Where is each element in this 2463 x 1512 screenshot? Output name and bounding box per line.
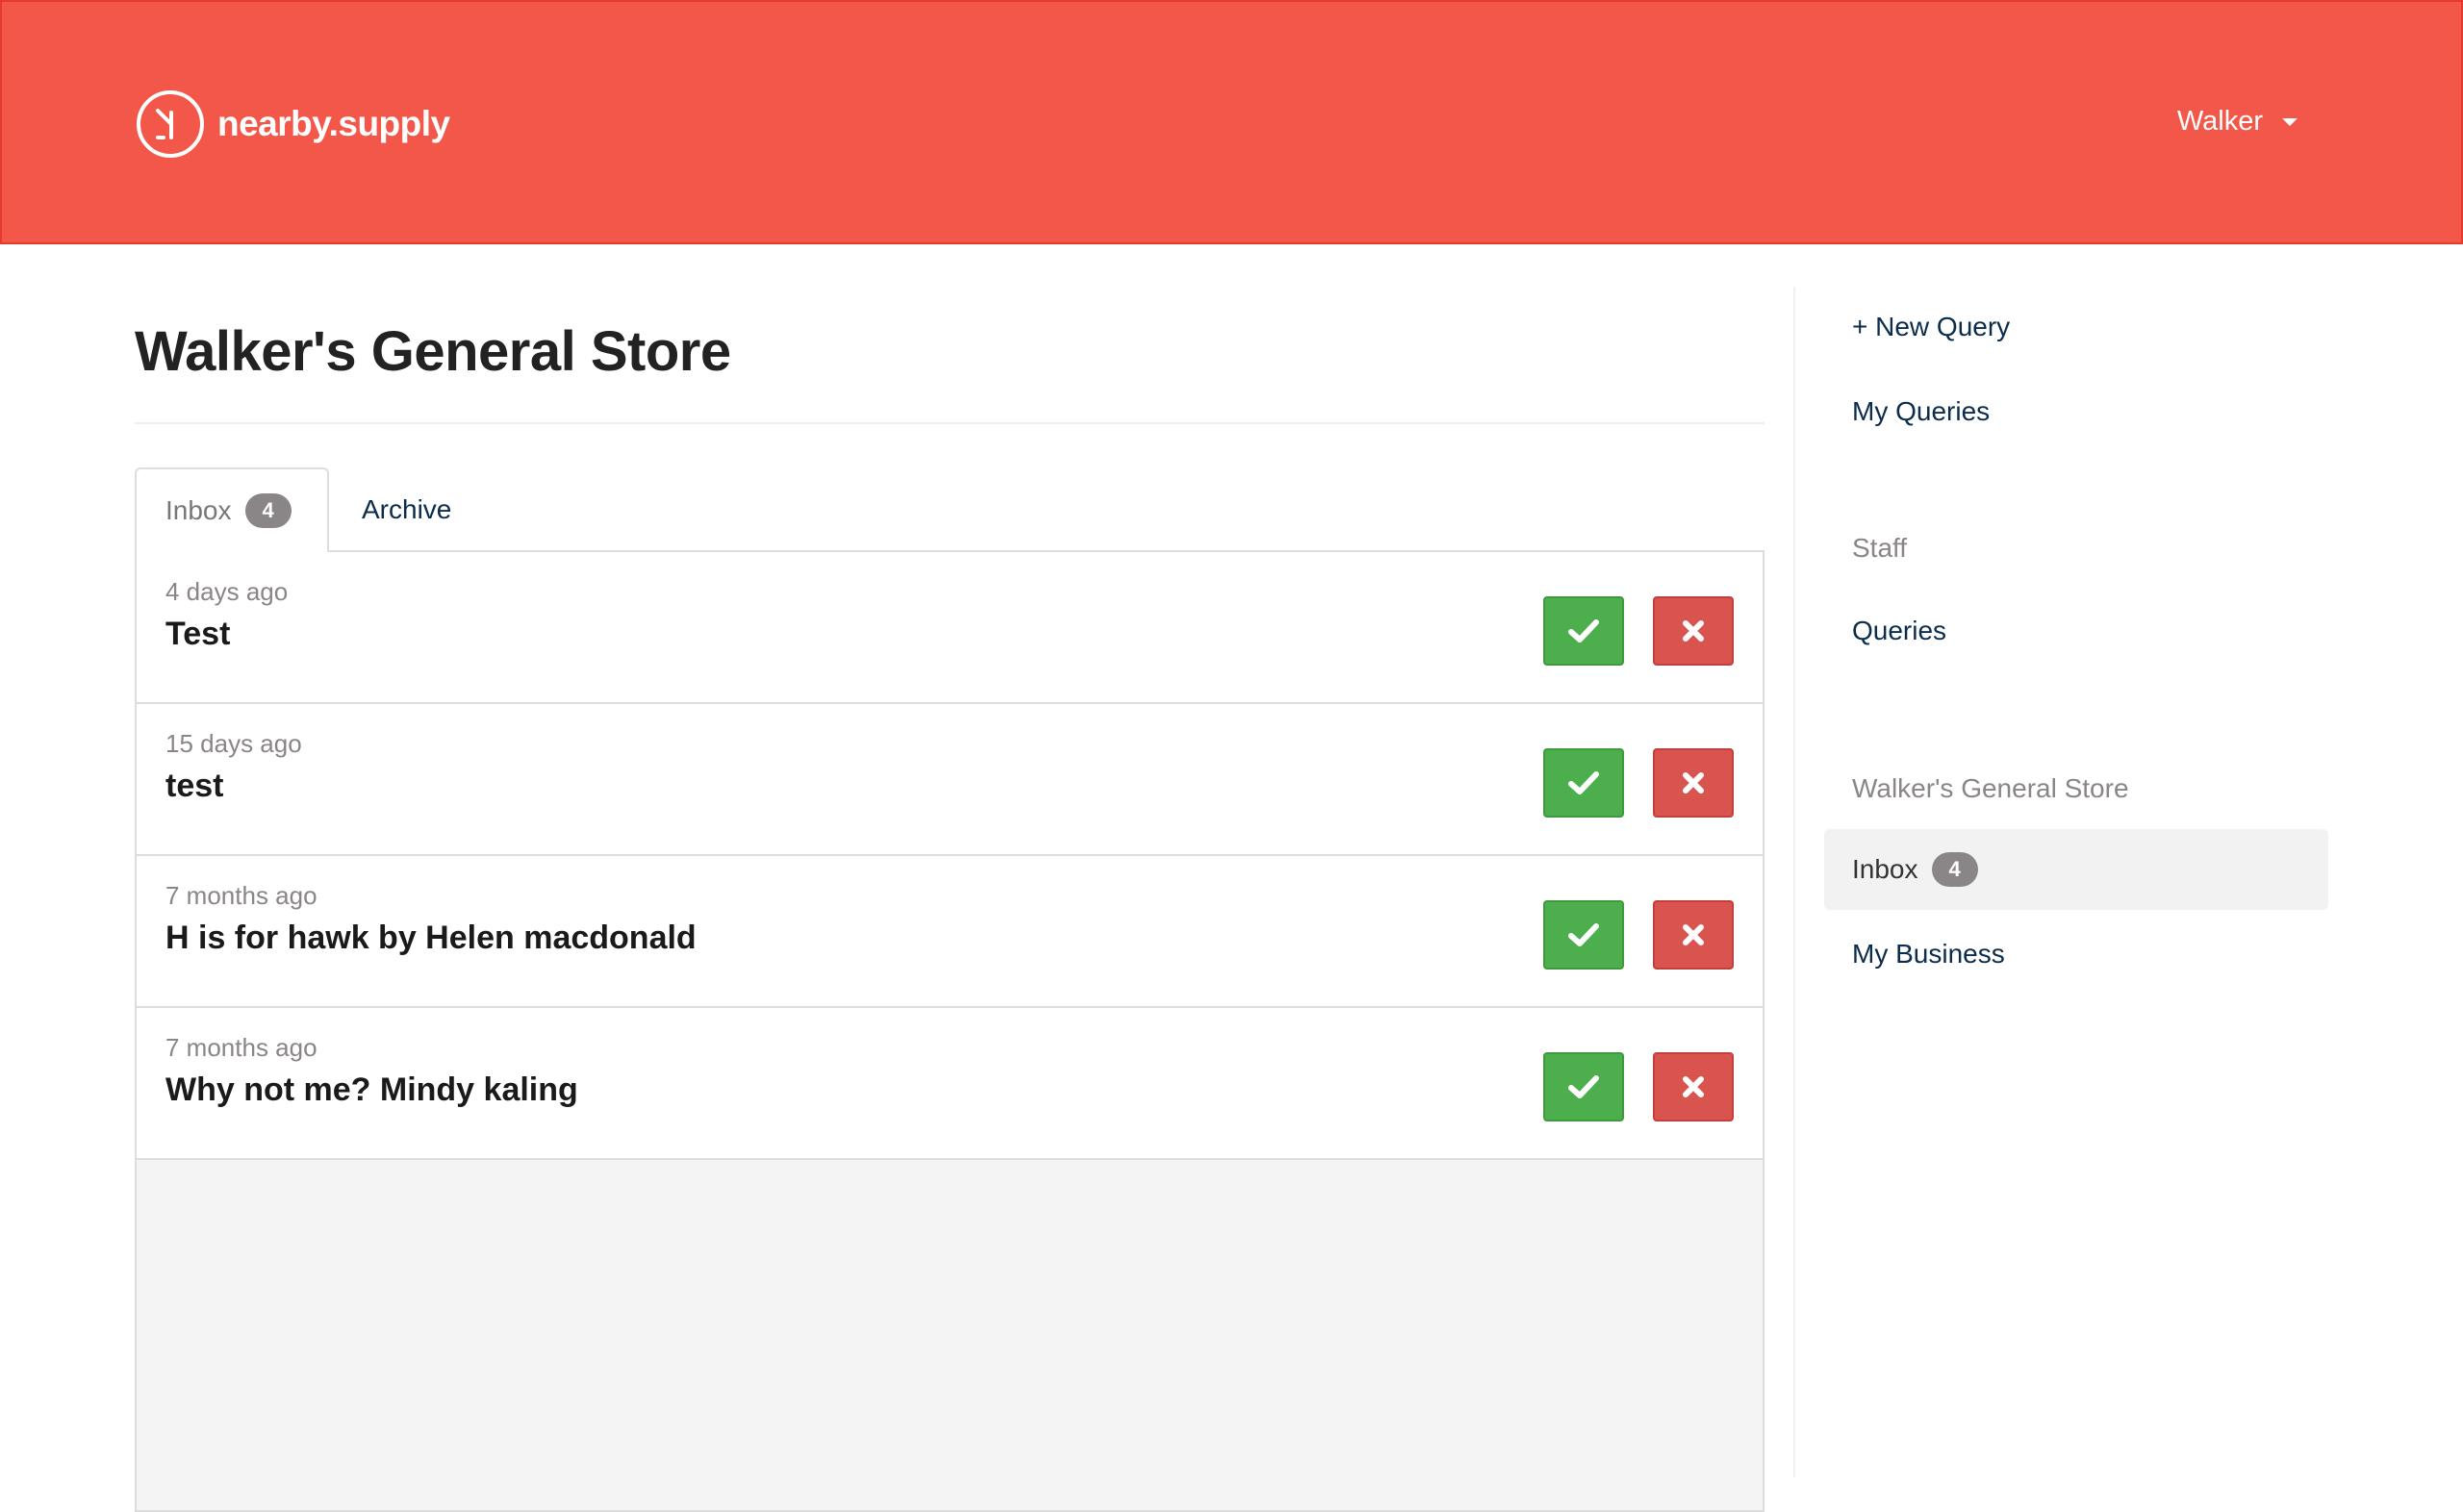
tab-inbox-label: Inbox: [165, 495, 232, 525]
brand-logo[interactable]: nearby.supply: [137, 90, 450, 158]
caret-down-icon: [2282, 117, 2298, 126]
tab-archive-label: Archive: [362, 494, 452, 524]
sidebar-heading-staff: Staff: [1852, 533, 1908, 563]
query-time: 7 months ago: [165, 881, 317, 910]
query-title[interactable]: Test: [165, 616, 230, 653]
inbox-count-badge: 4: [244, 493, 292, 528]
reject-button[interactable]: [1653, 748, 1734, 818]
query-title[interactable]: Why not me? Mindy kaling: [165, 1071, 578, 1109]
query-row[interactable]: 7 months ago H is for hawk by Helen macd…: [137, 856, 1763, 1008]
sidebar-inbox-badge: 4: [1931, 852, 1978, 887]
user-name: Walker: [2176, 106, 2263, 137]
close-icon: [1683, 620, 1704, 642]
reject-button[interactable]: [1653, 900, 1734, 970]
title-divider: [135, 422, 1765, 424]
sidebar-item-inbox[interactable]: Inbox 4: [1824, 829, 2328, 910]
query-title[interactable]: test: [165, 768, 223, 805]
brand-name: nearby.supply: [217, 104, 450, 143]
query-title[interactable]: H is for hawk by Helen macdonald: [165, 920, 697, 957]
page-title: Walker's General Store: [135, 320, 731, 383]
sidebar-item-my-business[interactable]: My Business: [1824, 914, 2328, 995]
query-row[interactable]: 7 months ago Why not me? Mindy kaling: [137, 1008, 1763, 1160]
sidebar-item-my-queries[interactable]: My Queries: [1824, 371, 2328, 452]
tab-archive[interactable]: Archive: [362, 467, 451, 552]
accept-button[interactable]: [1543, 748, 1624, 818]
top-header: nearby.supply Walker: [0, 0, 2463, 244]
reject-button[interactable]: [1653, 596, 1734, 666]
close-icon: [1683, 1076, 1704, 1097]
check-icon: [1568, 1075, 1599, 1098]
user-menu-dropdown[interactable]: Walker: [2177, 106, 2298, 138]
sidebar-inbox-label: Inbox: [1852, 854, 1918, 884]
check-icon: [1568, 619, 1599, 643]
sidebar-divider: [1793, 287, 1795, 1477]
tab-inbox[interactable]: Inbox 4: [135, 467, 329, 552]
check-icon: [1568, 771, 1599, 794]
accept-button[interactable]: [1543, 900, 1624, 970]
reject-button[interactable]: [1653, 1052, 1734, 1121]
query-time: 7 months ago: [165, 1033, 317, 1062]
close-icon: [1683, 772, 1704, 794]
sidebar-item-queries[interactable]: Queries: [1824, 591, 2328, 671]
query-list: 4 days ago Test 15 days ago test 7 month…: [135, 550, 1765, 1512]
query-row[interactable]: 4 days ago Test: [137, 552, 1763, 704]
accept-button[interactable]: [1543, 596, 1624, 666]
close-icon: [1683, 924, 1704, 945]
sidebar-heading-store: Walker's General Store: [1852, 773, 2129, 803]
query-time: 4 days ago: [165, 577, 289, 606]
query-row[interactable]: 15 days ago test: [137, 704, 1763, 856]
query-time: 15 days ago: [165, 729, 302, 758]
logo-icon: [137, 90, 204, 158]
check-icon: [1568, 923, 1599, 946]
accept-button[interactable]: [1543, 1052, 1624, 1121]
sidebar-item-new-query[interactable]: + New Query: [1824, 287, 2328, 367]
